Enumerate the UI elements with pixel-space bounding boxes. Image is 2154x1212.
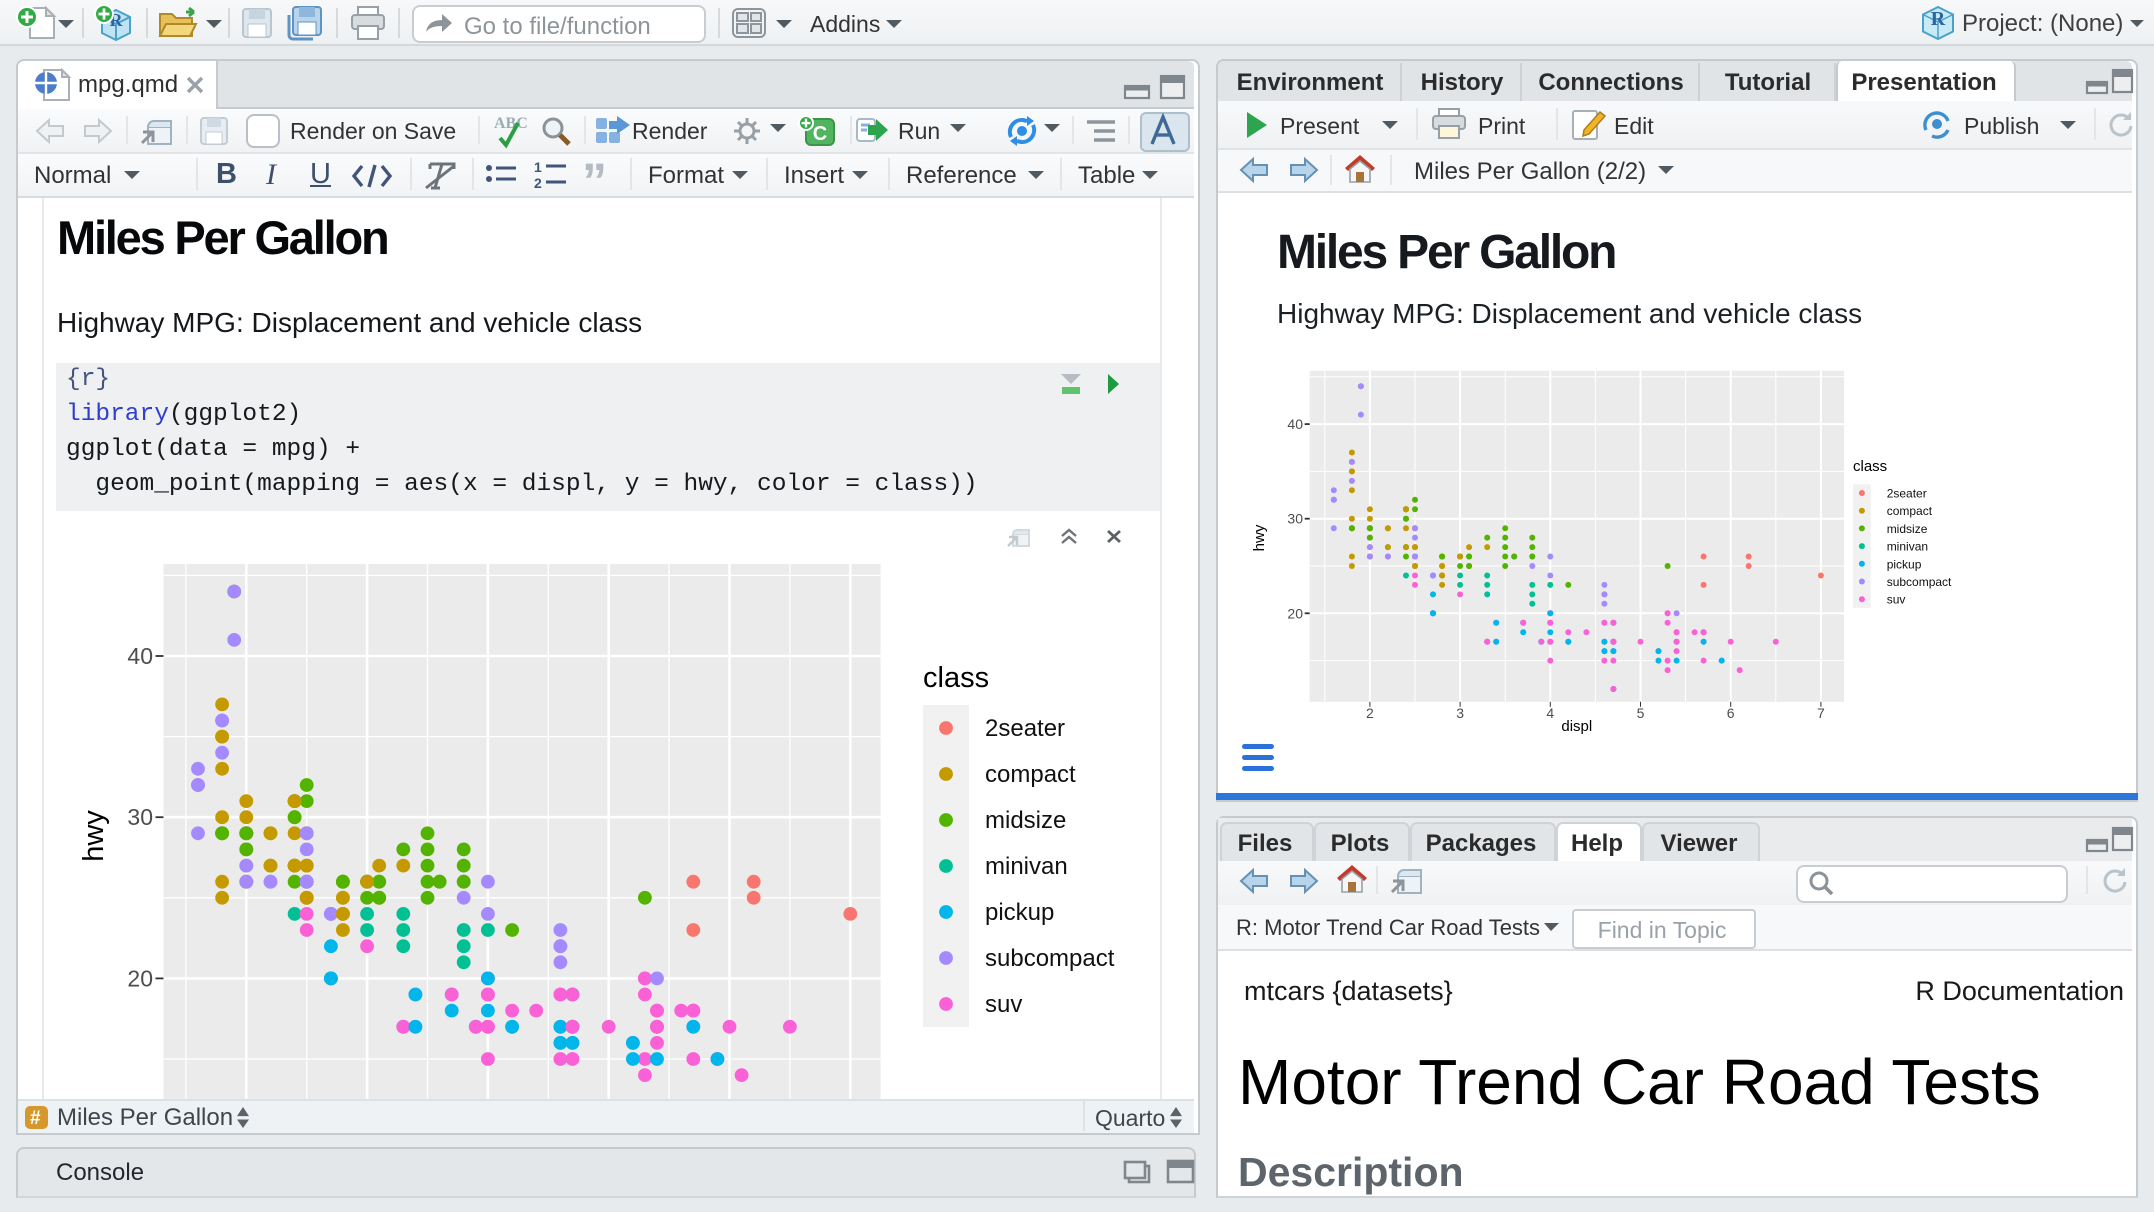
svg-text:6: 6: [1727, 705, 1735, 721]
svg-text:hwy: hwy: [1251, 524, 1268, 551]
svg-text:3: 3: [1456, 705, 1464, 721]
svg-text:30: 30: [1287, 511, 1303, 527]
svg-text:subcompact: subcompact: [1887, 575, 1952, 589]
svg-text:2: 2: [1366, 705, 1374, 721]
svg-text:5: 5: [1637, 705, 1645, 721]
svg-text:hwy: hwy: [78, 810, 110, 862]
svg-text:compact: compact: [985, 761, 1076, 788]
svg-text:2seater: 2seater: [1887, 487, 1927, 501]
svg-text:compact: compact: [1887, 504, 1933, 518]
svg-text:suv: suv: [1887, 593, 1906, 607]
svg-text:class: class: [1853, 458, 1887, 475]
svg-text:7: 7: [1817, 705, 1825, 721]
svg-text:minivan: minivan: [985, 853, 1068, 880]
svg-text:suv: suv: [985, 991, 1022, 1018]
svg-text:ABC: ABC: [494, 115, 528, 132]
svg-text:2seater: 2seater: [985, 715, 1065, 742]
svg-text:midsize: midsize: [985, 807, 1066, 834]
svg-text:20: 20: [127, 965, 153, 991]
svg-text:class: class: [923, 662, 989, 694]
svg-text:C: C: [813, 123, 827, 145]
svg-text:displ: displ: [1561, 718, 1592, 735]
svg-text:40: 40: [1287, 416, 1303, 432]
svg-text:4: 4: [1546, 705, 1554, 721]
svg-text:subcompact: subcompact: [985, 945, 1115, 972]
svg-text:30: 30: [127, 804, 153, 830]
svg-text:40: 40: [127, 643, 153, 669]
svg-text:midsize: midsize: [1887, 522, 1928, 536]
svg-text:1: 1: [534, 159, 542, 175]
svg-text:20: 20: [1287, 605, 1303, 621]
svg-text:pickup: pickup: [985, 899, 1054, 926]
svg-text:2: 2: [534, 175, 542, 191]
svg-text:pickup: pickup: [1887, 557, 1922, 571]
svg-text:R: R: [1931, 8, 1946, 30]
svg-text:minivan: minivan: [1887, 540, 1928, 554]
